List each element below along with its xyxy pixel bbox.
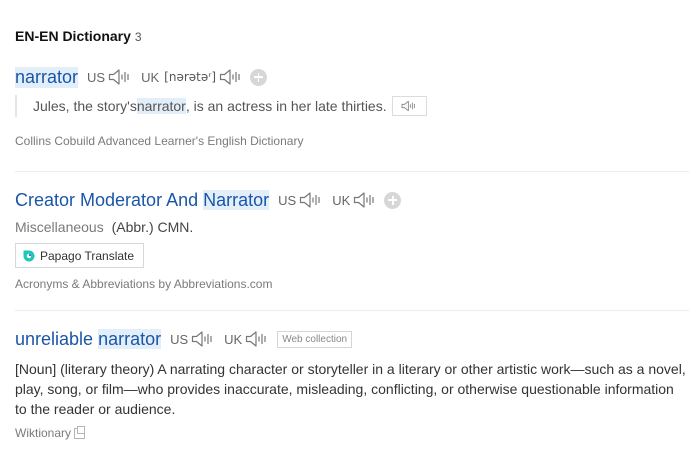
us-label: US bbox=[278, 192, 297, 208]
speaker-icon bbox=[400, 100, 418, 112]
speaker-icon[interactable] bbox=[108, 68, 132, 86]
headword-link[interactable]: narrator bbox=[15, 66, 79, 88]
dictionary-source-link[interactable]: Wiktionary bbox=[15, 426, 71, 440]
entry-header: Creator Moderator And Narrator US UK bbox=[15, 187, 689, 213]
entry-cmn: Creator Moderator And Narrator US UK Mis… bbox=[15, 187, 689, 291]
papago-translate-button[interactable]: Papago Translate bbox=[15, 243, 145, 268]
example-highlight: narrator bbox=[136, 98, 186, 114]
pronunciation-uk: UK [nərətəʳ] bbox=[141, 68, 243, 86]
definition-text: [Noun] (literary theory) A narrating cha… bbox=[15, 361, 686, 417]
dictionary-panel: EN-EN Dictionary 3 narrator US UK [nərətə… bbox=[0, 0, 689, 469]
meaning-line: Miscellaneous (Abbr.) CMN. bbox=[15, 219, 689, 235]
plus-circle-icon[interactable] bbox=[250, 68, 268, 86]
pronunciation-us: US bbox=[170, 330, 215, 348]
uk-label: UK bbox=[141, 69, 160, 85]
example-text-before: Jules, the story's bbox=[33, 98, 137, 114]
dictionary-source: Collins Cobuild Advanced Learner's Engli… bbox=[15, 134, 304, 148]
headword-link[interactable]: unreliable narrator bbox=[15, 328, 162, 350]
headword-part: unreliable bbox=[15, 328, 99, 349]
pronunciation-us: US bbox=[278, 191, 323, 209]
web-collection-tag: Web collection bbox=[277, 330, 353, 348]
uk-label: UK bbox=[332, 192, 351, 208]
entry-narrator: narrator US UK [nərətəʳ] Jules, the stor… bbox=[15, 64, 689, 148]
plus-circle-icon[interactable] bbox=[384, 191, 402, 209]
section-title: EN-EN Dictionary 3 bbox=[15, 28, 142, 44]
section-title-text: EN-EN Dictionary bbox=[15, 28, 131, 44]
entry-header: narrator US UK [nərətəʳ] bbox=[15, 64, 689, 90]
pronunciation-uk: UK bbox=[332, 191, 377, 209]
headword-highlight: Narrator bbox=[203, 189, 270, 210]
divider bbox=[15, 171, 689, 172]
us-label: US bbox=[170, 331, 189, 347]
dictionary-source: Acronyms & Abbreviations by Abbreviation… bbox=[15, 277, 273, 291]
headword-link[interactable]: Creator Moderator And Narrator bbox=[15, 189, 270, 211]
result-count: 3 bbox=[134, 30, 142, 44]
source-row: Wiktionary bbox=[15, 425, 689, 440]
speaker-icon[interactable] bbox=[353, 191, 377, 209]
headword-highlight: narrator bbox=[98, 328, 162, 349]
speaker-icon[interactable] bbox=[245, 330, 269, 348]
divider bbox=[15, 310, 689, 311]
entry-header: unreliable narrator US UK Web collection bbox=[15, 326, 689, 352]
example-text-after: , is an actress in her late thirties. bbox=[185, 98, 387, 114]
entry-unreliable-narrator: unreliable narrator US UK Web collection… bbox=[15, 326, 689, 440]
pronunciation-uk: UK bbox=[224, 330, 269, 348]
us-label: US bbox=[87, 69, 106, 85]
headword-part: Creator Moderator And bbox=[15, 189, 204, 210]
pronunciation-us: US bbox=[87, 68, 132, 86]
uk-phonetic: [nərətəʳ] bbox=[164, 70, 217, 84]
speaker-icon[interactable] bbox=[299, 191, 323, 209]
example-sentence: Jules, the story's narrator, is an actre… bbox=[15, 95, 689, 117]
example-speaker-button[interactable] bbox=[391, 96, 427, 116]
papago-label: Papago Translate bbox=[40, 248, 135, 263]
external-link-icon[interactable] bbox=[74, 425, 86, 439]
speaker-icon[interactable] bbox=[219, 68, 243, 86]
category-label: Miscellaneous bbox=[15, 219, 104, 235]
meaning-text: (Abbr.) CMN. bbox=[111, 219, 194, 235]
speaker-icon[interactable] bbox=[191, 330, 215, 348]
uk-label: UK bbox=[224, 331, 243, 347]
papago-logo-icon bbox=[23, 250, 35, 261]
